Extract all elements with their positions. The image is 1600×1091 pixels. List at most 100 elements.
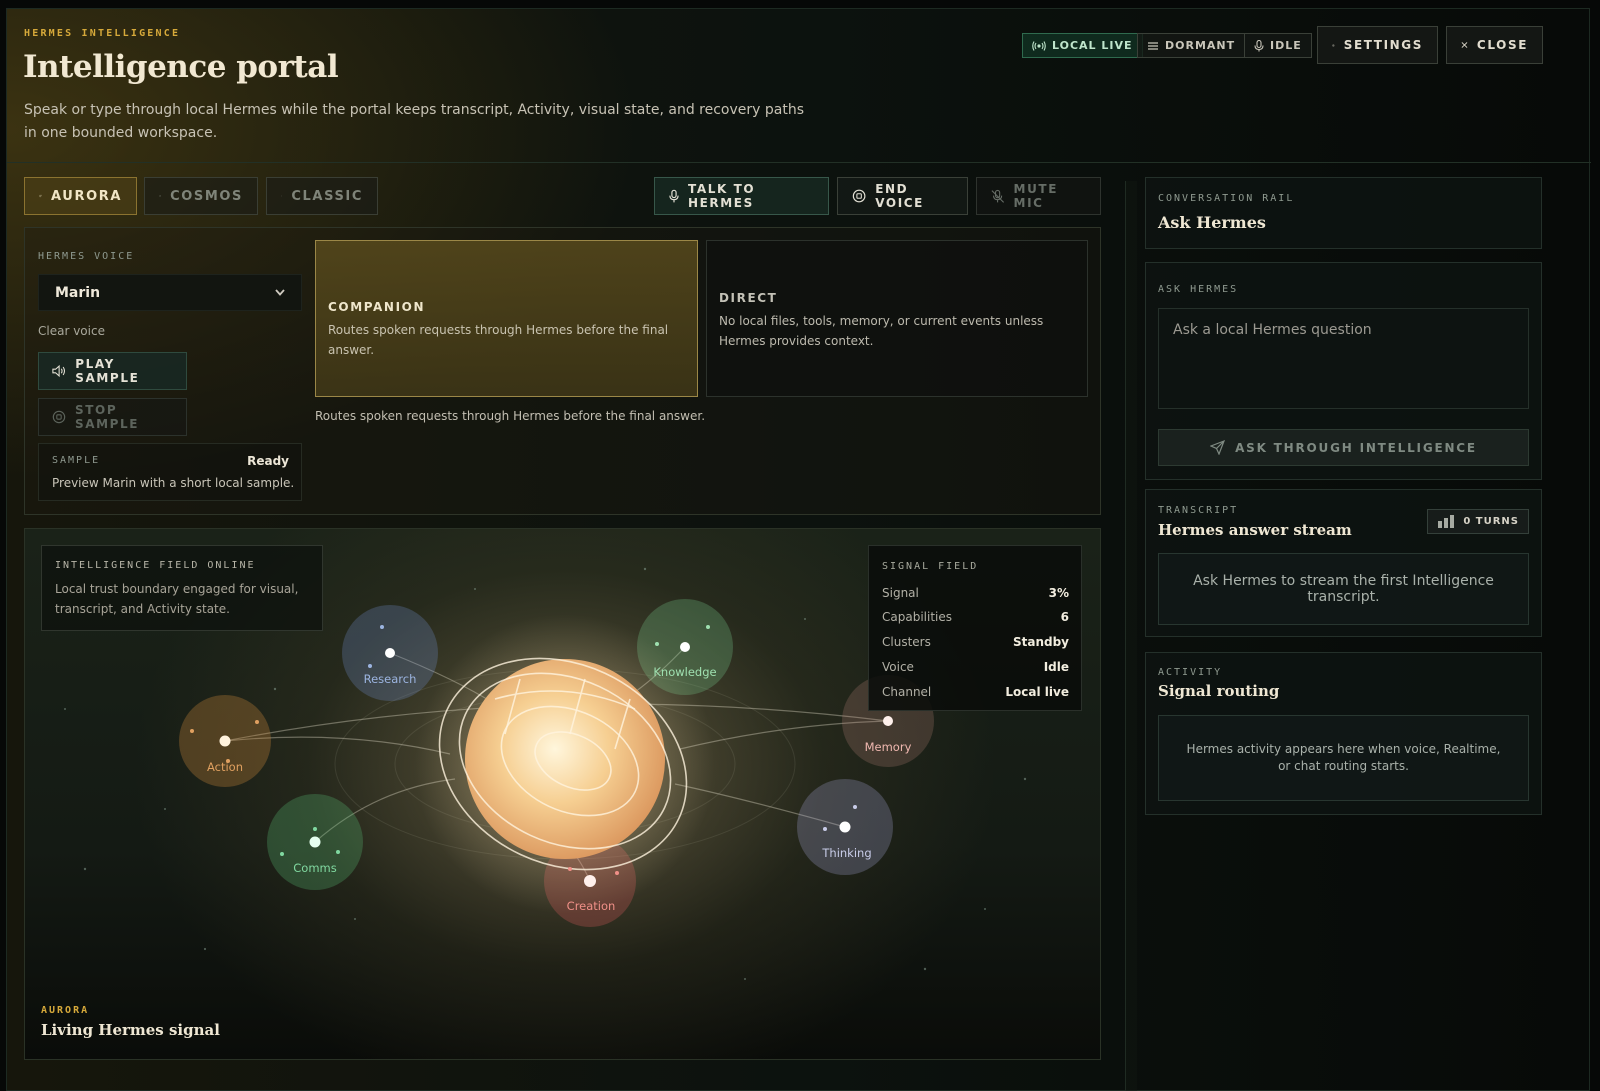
node-label-action: Action (207, 760, 243, 774)
conversation-rail-eyebrow: CONVERSATION RAIL (1158, 193, 1295, 204)
ask-through-intelligence-button[interactable]: ASK THROUGH INTELLIGENCE (1158, 429, 1529, 466)
chevron-down-icon (275, 289, 285, 296)
orbit-icon (159, 195, 161, 197)
node-label-thinking: Thinking (821, 846, 871, 860)
close-icon (1461, 42, 1468, 48)
bar-chart-icon (1438, 515, 1455, 528)
signal-key: Capabilities (882, 610, 952, 624)
signal-row: Signal 3% (882, 586, 1069, 606)
end-voice-button[interactable]: END VOICE (837, 177, 968, 215)
mode-title: COMPANION (328, 300, 426, 314)
sample-status-box: SAMPLE Ready Preview Marin with a short … (38, 443, 302, 501)
end-voice-label: END VOICE (875, 182, 924, 210)
ask-hermes-input[interactable]: Ask a local Hermes question (1158, 308, 1529, 409)
ask-hermes-card: ASK HERMES Ask a local Hermes question A… (1145, 262, 1542, 480)
signal-value: Idle (1043, 660, 1069, 674)
signal-field-title: SIGNAL FIELD (882, 561, 979, 572)
portal-header: HERMES INTELLIGENCE Intelligence portal … (7, 9, 1591, 163)
tab-cosmos[interactable]: COSMOS (144, 177, 258, 215)
conversation-rail-header: CONVERSATION RAIL Ask Hermes (1145, 177, 1542, 249)
ask-button-label: ASK THROUGH INTELLIGENCE (1235, 440, 1477, 455)
settings-button[interactable]: SETTINGS (1317, 26, 1438, 64)
signal-field-card: SIGNAL FIELD Signal 3% Capabilities 6 Clus… (868, 545, 1082, 711)
signal-key: Channel (882, 685, 932, 699)
sparkle-icon (39, 194, 42, 198)
signal-key: Signal (882, 586, 919, 600)
aurora-eyebrow: AURORA (41, 1005, 90, 1016)
talk-label: TALK TO HERMES (687, 182, 756, 210)
turns-badge: 0 TURNS (1427, 509, 1529, 534)
voice-panel: HERMES VOICE Marin Clear voice PLAY SAMP… (24, 227, 1101, 515)
stop-circle-icon (52, 410, 66, 424)
tab-aurora[interactable]: AURORA (24, 177, 137, 215)
close-label: CLOSE (1476, 38, 1528, 52)
aurora-visual: Research Knowledge Action Memory Comms T… (24, 528, 1101, 1060)
activity-eyebrow: ACTIVITY (1158, 667, 1223, 678)
tab-label: CLASSIC (291, 188, 363, 204)
voice-select-label: HERMES VOICE (38, 251, 135, 262)
tab-classic[interactable]: CLASSIC (266, 177, 378, 215)
aurora-title: Living Hermes signal (41, 1021, 220, 1039)
signal-value: Local live (1005, 685, 1069, 699)
settings-label: SETTINGS (1343, 38, 1423, 52)
transcript-eyebrow: TRANSCRIPT (1158, 505, 1239, 516)
sample-description: Preview Marin with a short local sample. (52, 476, 295, 490)
mode-title: DIRECT (719, 291, 778, 305)
play-sample-label: PLAY SAMPLE (75, 357, 140, 385)
send-icon (1210, 440, 1226, 455)
ask-hermes-label: ASK HERMES (1158, 284, 1239, 295)
mode-card-direct[interactable]: DIRECT No local files, tools, memory, or… (706, 240, 1088, 397)
gear-icon (1332, 43, 1335, 47)
status-chip-local-live: LOCAL LIVE (1022, 33, 1143, 58)
close-button[interactable]: CLOSE (1446, 26, 1543, 64)
mic-off-icon (991, 189, 1005, 203)
signal-row: Capabilities 6 (882, 610, 1069, 630)
tab-label: AURORA (51, 188, 122, 204)
brain-icon (281, 195, 283, 197)
rail-scrollbar[interactable] (1125, 181, 1137, 1091)
brand-eyebrow: HERMES INTELLIGENCE (24, 28, 181, 39)
mode-description: Routes spoken requests through Hermes be… (328, 323, 669, 357)
intelligence-field-card: INTELLIGENCE FIELD ONLINE Local trust bo… (41, 545, 323, 631)
status-chip-label: DORMANT (1165, 39, 1236, 52)
intelligence-portal: HERMES INTELLIGENCE Intelligence portal … (6, 8, 1591, 1091)
mic-icon (669, 189, 679, 202)
signal-key: Voice (882, 660, 914, 674)
node-label-comms: Comms (293, 861, 336, 875)
list-icon (1148, 41, 1158, 50)
transcript-card: TRANSCRIPT Hermes answer stream 0 TURNS … (1145, 489, 1542, 637)
signal-value: Standby (1012, 635, 1069, 649)
activity-empty-state: Hermes activity appears here when voice,… (1158, 715, 1529, 801)
stop-sample-button[interactable]: STOP SAMPLE (38, 398, 187, 436)
field-card-title: INTELLIGENCE FIELD ONLINE (55, 560, 256, 571)
mode-card-companion[interactable]: COMPANION Routes spoken requests through… (315, 240, 698, 397)
tab-label: COSMOS (170, 188, 243, 204)
signal-row: Voice Idle (882, 660, 1069, 680)
mode-description: No local files, tools, memory, or curren… (719, 314, 1044, 348)
transcript-title: Hermes answer stream (1158, 521, 1352, 539)
voice-note: Clear voice (38, 324, 105, 338)
signal-value: 3% (1048, 586, 1069, 600)
signal-row: Clusters Standby (882, 635, 1069, 655)
status-chip-dormant: DORMANT (1137, 33, 1246, 58)
signal-row: Channel Local live (882, 685, 1069, 705)
voice-select[interactable]: Marin (38, 274, 302, 311)
signal-key: Clusters (882, 635, 931, 649)
stop-circle-icon (852, 189, 866, 203)
stop-sample-label: STOP SAMPLE (74, 403, 140, 431)
talk-to-hermes-button[interactable]: TALK TO HERMES (654, 177, 829, 215)
transcript-empty-state: Ask Hermes to stream the first Intellige… (1158, 553, 1529, 625)
activity-card: ACTIVITY Signal routing Hermes activity … (1145, 652, 1542, 815)
node-label-creation: Creation (567, 899, 616, 913)
play-sample-button[interactable]: PLAY SAMPLE (38, 352, 187, 390)
speaker-icon (52, 364, 66, 378)
sample-status: Ready (247, 454, 289, 468)
turns-count: 0 TURNS (1463, 516, 1519, 527)
node-label-knowledge: Knowledge (653, 665, 716, 679)
signal-value: 6 (1060, 610, 1069, 624)
node-label-memory: Memory (865, 740, 912, 754)
mute-mic-button[interactable]: MUTE MIC (976, 177, 1101, 215)
status-chip-label: LOCAL LIVE (1052, 39, 1133, 52)
node-label-research: Research (364, 672, 417, 686)
voice-select-value: Marin (55, 284, 101, 301)
